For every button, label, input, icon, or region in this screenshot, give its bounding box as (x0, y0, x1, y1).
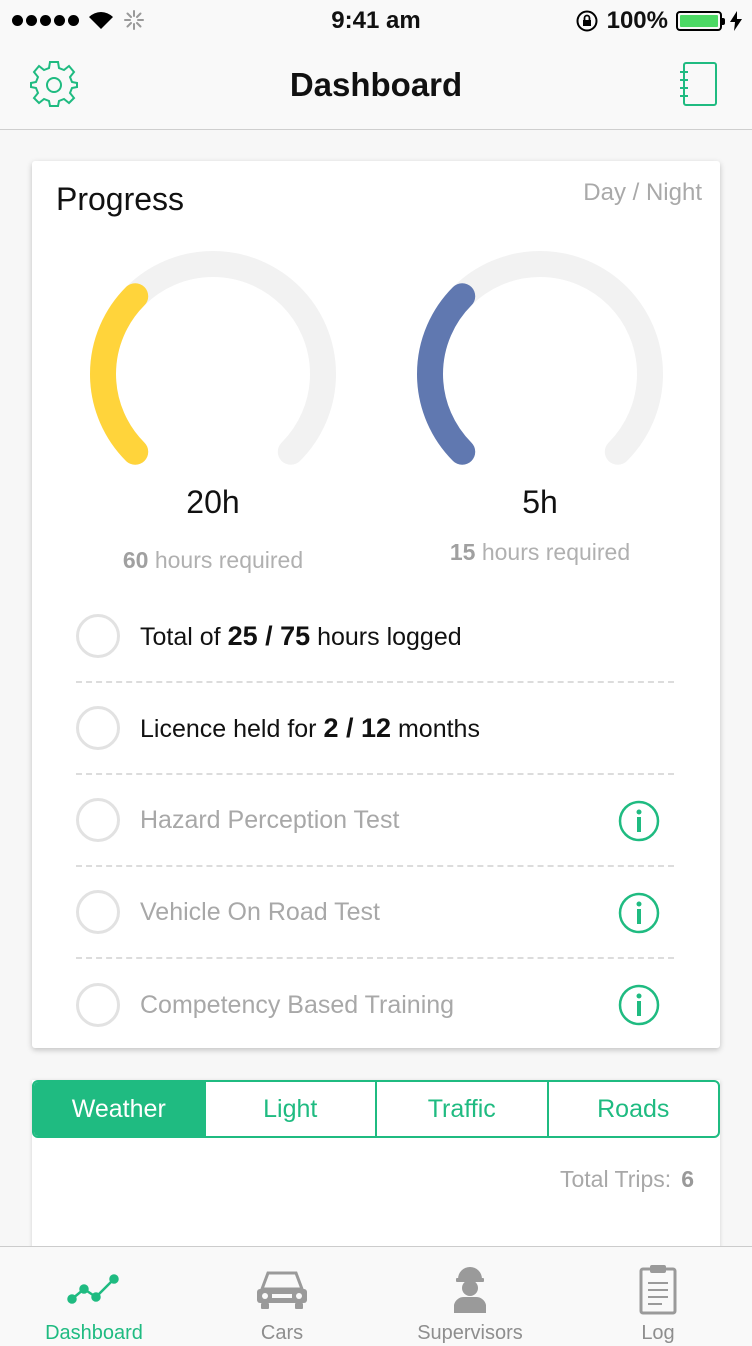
rotation-lock-icon (576, 10, 598, 32)
total-prefix: Total of (140, 622, 228, 651)
total-value: 25 / 75 (227, 620, 311, 651)
checklist-text: Hazard Perception Test (140, 805, 400, 834)
night-hours-required: 15 hours required (415, 539, 665, 566)
segment-light[interactable]: Light (203, 1082, 376, 1136)
battery-icon (676, 11, 725, 31)
tab-label: Log (641, 1322, 675, 1344)
licence-prefix: Licence held for (140, 714, 324, 743)
night-required-number: 15 (449, 539, 476, 565)
car-icon (257, 1271, 307, 1309)
tab-log[interactable]: Log (564, 1247, 752, 1346)
status-bar: 9:41 am 100% (0, 0, 752, 40)
total-suffix: hours logged (310, 622, 462, 651)
segment-roads[interactable]: Roads (546, 1082, 719, 1136)
day-hours-gauge (88, 249, 338, 479)
progress-title: Progress (56, 181, 185, 217)
info-icon[interactable] (618, 892, 660, 934)
segment-traffic[interactable]: Traffic (375, 1082, 547, 1136)
status-right: 100% (575, 7, 742, 35)
night-gauge-fill (417, 283, 476, 465)
checklist-item-licence-held: Licence held for 2 / 12 months (76, 683, 674, 775)
checklist-item-competency-training: Competency Based Training (76, 959, 674, 1051)
night-required-suffix: hours required (481, 539, 631, 565)
checklist-circle[interactable] (76, 706, 120, 750)
day-gauge-fill (90, 283, 149, 465)
day-required-suffix: hours required (154, 547, 304, 573)
requirements-checklist: Total of 25 / 75 hours logged Licence he… (76, 591, 674, 1051)
navigation-bar: Dashboard (0, 40, 752, 130)
checklist-text: Licence held for 2 / 12 months (140, 713, 480, 744)
licence-value: 2 / 12 (323, 712, 392, 743)
supervisor-icon (454, 1267, 486, 1313)
tab-label: Cars (260, 1322, 304, 1344)
night-hours-value: 5h (522, 484, 558, 520)
checklist-circle[interactable] (76, 614, 120, 658)
tab-cars[interactable]: Cars (188, 1247, 376, 1346)
day-hours-required: 60 hours required (88, 547, 338, 574)
checklist-item-total-hours: Total of 25 / 75 hours logged (76, 591, 674, 683)
info-icon[interactable] (618, 984, 660, 1026)
page-title: Dashboard (289, 66, 463, 103)
tab-bar: Dashboard Cars Supervisors Log (0, 1246, 752, 1346)
checklist-text: Competency Based Training (140, 990, 455, 1019)
day-required-number: 60 (122, 547, 149, 573)
tab-label: Dashboard (45, 1322, 143, 1344)
total-trips: Total Trips: 6 (560, 1166, 694, 1193)
progress-card: Progress Day / Night 20h 60 hours requir… (32, 161, 720, 1048)
checklist-item-hazard-test: Hazard Perception Test (76, 775, 674, 867)
total-trips-label: Total Trips: (559, 1166, 672, 1192)
checklist-text: Vehicle On Road Test (140, 897, 380, 926)
checklist-item-vehicle-test: Vehicle On Road Test (76, 867, 674, 959)
tab-label: Supervisors (417, 1322, 523, 1344)
battery-percent: 100% (606, 7, 668, 34)
total-trips-value: 6 (681, 1166, 694, 1192)
line-chart-icon (67, 1274, 119, 1304)
day-night-toggle[interactable]: Day / Night (583, 179, 702, 207)
day-hours-value: 20h (186, 484, 240, 520)
tab-dashboard[interactable]: Dashboard (0, 1247, 188, 1346)
info-icon[interactable] (618, 800, 660, 842)
checklist-circle[interactable] (76, 798, 120, 842)
checklist-circle[interactable] (76, 890, 120, 934)
tab-supervisors[interactable]: Supervisors (376, 1247, 564, 1346)
checklist-text: Total of 25 / 75 hours logged (140, 621, 462, 652)
condition-segmented-control: Weather Light Traffic Roads (32, 1080, 720, 1138)
charging-bolt-icon (730, 11, 742, 31)
night-hours-gauge (415, 249, 665, 479)
clipboard-icon (639, 1265, 677, 1315)
segment-weather[interactable]: Weather (34, 1082, 204, 1136)
licence-suffix: months (391, 714, 480, 743)
checklist-circle[interactable] (76, 983, 120, 1027)
notebook-icon[interactable] (676, 60, 720, 108)
